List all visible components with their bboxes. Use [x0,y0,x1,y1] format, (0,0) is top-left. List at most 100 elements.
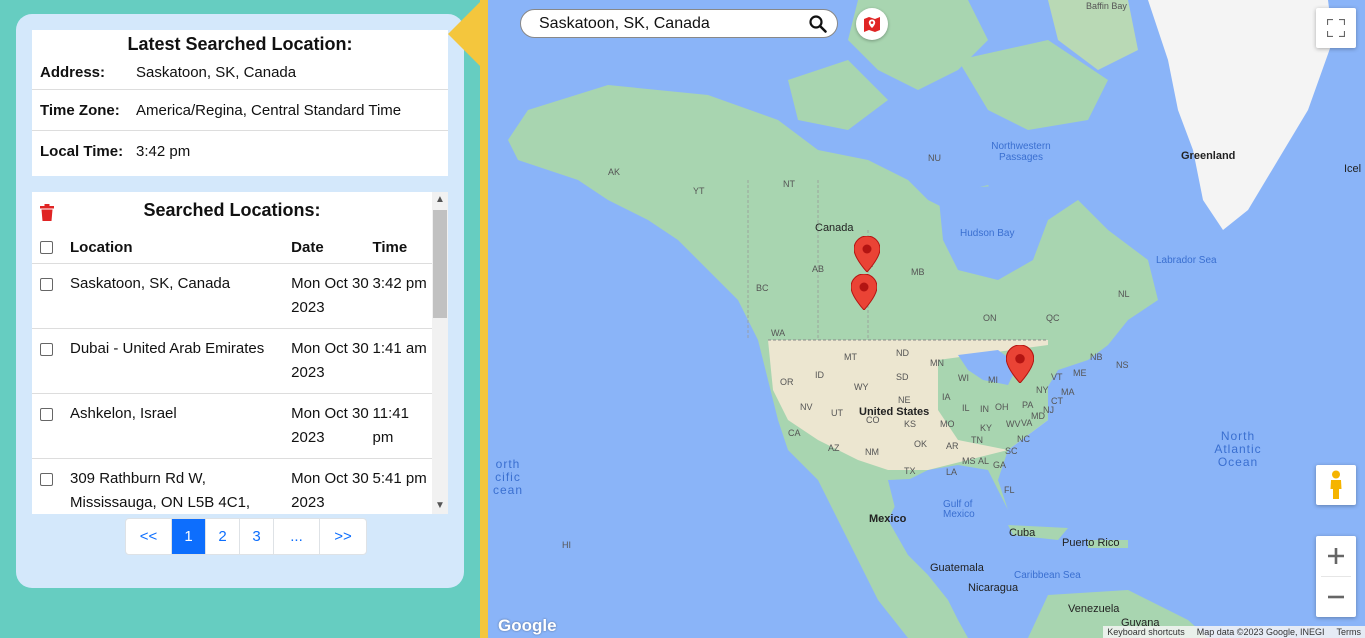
label-ak: AK [608,167,621,177]
label-or: OR [780,377,794,387]
label-wy: WY [854,382,869,392]
zoom-control [1316,536,1356,617]
map-locate-button[interactable] [856,8,888,40]
search-icon[interactable] [809,15,827,33]
label-co: CO [866,415,880,425]
column-time: Time [372,239,408,256]
label-ca: CA [788,428,801,438]
keyboard-shortcuts-link[interactable]: Keyboard shortcuts [1107,627,1185,637]
timezone-row: Time Zone: America/Regina, Central Stand… [32,90,448,131]
label-bc: BC [756,283,769,293]
map[interactable]: Baffin Bay Greenland Icel Northwestern P… [488,0,1365,638]
label-on: ON [983,313,997,323]
map-search-input[interactable]: Saskatoon, SK, Canada [539,15,710,33]
scroll-up-icon[interactable]: ▲ [432,192,448,208]
map-marker[interactable] [1006,345,1034,383]
row-checkbox[interactable] [40,473,53,486]
select-all-checkbox[interactable] [40,241,53,254]
table-body: Saskatoon, SK, Canada Mon Oct 30 2023 3:… [32,264,432,514]
label-nb: NB [1090,352,1103,362]
label-al: AL [978,456,990,466]
label-az: AZ [828,443,840,453]
column-date: Date [291,239,324,256]
label-nu: NU [928,153,941,163]
label-nicaragua: Nicaragua [968,582,1019,594]
table-scrollbar[interactable]: ▲ ▼ [432,192,448,514]
row-location: Saskatoon, SK, Canada [70,275,231,292]
street-view-pegman[interactable] [1316,465,1356,505]
label-baffin-bay: Baffin Bay [1086,1,1127,11]
localtime-value: 3:42 pm [136,143,191,160]
label-ga: GA [993,460,1007,470]
label-north-atlantic: North Atlantic Ocean [1214,429,1262,469]
label-mt: MT [844,352,857,362]
label-mb: MB [911,267,925,277]
row-checkbox[interactable] [40,408,53,421]
terms-link[interactable]: Terms [1337,627,1362,637]
map-marker[interactable] [851,274,877,310]
fullscreen-button[interactable] [1316,8,1356,48]
pagination-prev[interactable]: << [126,519,172,554]
label-id: ID [815,370,824,380]
label-wa: WA [771,328,786,338]
address-value: Saskatoon, SK, Canada [136,64,297,81]
pagination-next[interactable]: >> [320,519,366,554]
label-ne: NE [898,395,911,405]
label-mi: MI [988,375,998,385]
table-row: Ashkelon, Israel Mon Oct 30 2023 11:41 p… [32,394,432,459]
label-nw-passages: Northwestern Passages [991,141,1051,163]
page-3[interactable]: 3 [240,519,274,554]
row-time: 11:41 pm [372,405,409,446]
label-labrador-sea: Labrador Sea [1156,255,1217,266]
label-in: IN [980,404,989,414]
row-checkbox[interactable] [40,343,53,356]
row-time: 3:42 pm [372,275,427,292]
page-2[interactable]: 2 [206,519,240,554]
row-checkbox[interactable] [40,278,53,291]
row-date: Mon Oct 30 2023 [291,340,369,381]
label-sc: SC [1005,446,1018,456]
label-wi: WI [958,373,969,383]
label-vt: VT [1051,372,1063,382]
scroll-down-icon[interactable]: ▼ [432,498,448,514]
google-logo[interactable]: Google [498,616,557,636]
label-ab: AB [812,264,825,274]
label-ut: UT [831,408,843,418]
latest-location-card: Latest Searched Location: Address: Saska… [32,30,448,176]
label-fl: FL [1004,485,1015,495]
plus-icon [1328,548,1344,564]
label-north-pacific: orth cific cean [492,457,524,497]
label-ia: IA [942,392,951,402]
map-data-attribution: Map data ©2023 Google, INEGI [1196,627,1325,637]
page-1[interactable]: 1 [172,519,206,554]
row-date: Mon Oct 30 2023 [291,275,369,316]
label-guatemala: Guatemala [930,562,984,574]
searched-locations-card: Searched Locations: Location Date Time S… [32,192,448,514]
map-marker[interactable] [854,236,880,272]
searched-title: Searched Locations: [143,200,321,220]
label-mexico: Mexico [869,513,907,525]
label-gulf-of-mexico: Gulf of Mexico [943,499,975,520]
scrollbar-thumb[interactable] [433,210,447,318]
zoom-in-button[interactable] [1316,536,1356,576]
label-tx: TX [904,466,916,476]
zoom-out-button[interactable] [1316,577,1356,617]
localtime-label: Local Time: [40,143,124,160]
page-ellipsis[interactable]: ... [274,519,320,554]
label-nv: NV [800,402,813,412]
label-il: IL [962,403,970,413]
row-location: 309 Rathburn Rd W, Mississauga, ON L5B 4… [70,470,251,511]
label-ma: MA [1061,387,1075,397]
divider [480,0,488,638]
label-hi: HI [562,540,571,550]
table-row: Dubai - United Arab Emirates Mon Oct 30 … [32,329,432,394]
latest-title: Latest Searched Location: [127,34,353,54]
label-venezuela: Venezuela [1068,603,1120,615]
map-search-box[interactable]: Saskatoon, SK, Canada [520,9,838,38]
panel-toggle-arrow[interactable] [448,0,482,68]
label-hudson-bay: Hudson Bay [960,228,1015,239]
table-row: 309 Rathburn Rd W, Mississauga, ON L5B 4… [32,459,432,514]
label-greenland: Greenland [1181,150,1236,162]
column-location: Location [70,239,133,256]
label-tn: TN [971,435,983,445]
